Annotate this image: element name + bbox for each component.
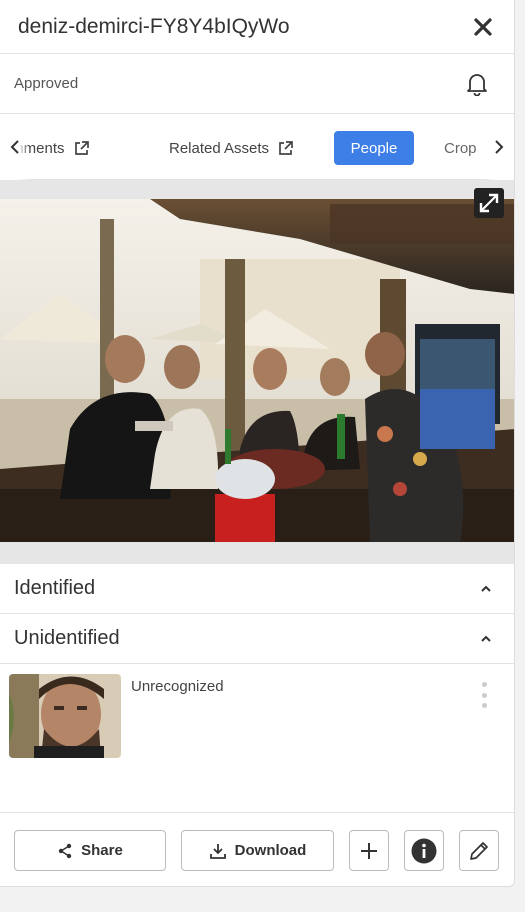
face-thumbnail[interactable] [9,674,121,758]
tab-label: People [350,139,398,157]
bell-icon [467,73,487,96]
asset-detail-panel: deniz-demirci-FY8Y4bIQyWo Approved Comme… [0,0,515,887]
face-list-item: Unrecognized [0,664,514,764]
external-link-icon [277,140,294,157]
tab-crop[interactable]: Crop [444,131,477,165]
unidentified-section-header[interactable]: Unidentified [0,614,514,664]
image-preview-area [0,180,514,564]
tab-related-assets[interactable]: Related Assets [169,131,294,165]
expand-icon [479,193,499,213]
chevron-up-icon [481,585,491,592]
tabs-scroll-left-button[interactable] [0,114,30,180]
tabs-track: Comments Related Assets People Crop [0,114,514,180]
asset-title: deniz-demirci-FY8Y4bIQyWo [18,14,290,38]
tabs-scroll-right-button[interactable] [484,114,514,180]
chevron-up-icon [481,635,491,642]
identified-section-header[interactable]: Identified [0,564,514,614]
section-title: Unidentified [14,627,120,649]
tab-label: Related Assets [169,139,270,157]
close-icon [474,17,492,36]
detail-tabs: Comments Related Assets People Crop [0,114,514,180]
share-button[interactable]: Share [14,830,166,871]
plus-icon [361,842,377,859]
notifications-button[interactable] [464,71,490,97]
share-label: Share [81,842,123,859]
chevron-right-icon [495,140,504,154]
approval-status: Approved [14,75,79,92]
asset-photo [0,199,514,542]
pencil-icon [470,841,488,860]
panel-header: deniz-demirci-FY8Y4bIQyWo [0,0,514,54]
close-button[interactable] [470,14,496,40]
share-icon [58,843,72,858]
more-options-dot [481,692,487,698]
add-button[interactable] [349,830,389,871]
edit-button[interactable] [459,830,499,871]
info-icon [411,838,437,863]
external-link-icon [73,140,90,157]
info-button[interactable] [404,830,444,871]
more-options-icon [481,682,487,687]
status-row: Approved [0,54,514,114]
more-options-dot [481,703,487,708]
download-icon [209,843,226,859]
chevron-left-icon [10,140,19,154]
face-recognition-status: Unrecognized [131,678,224,695]
face-more-options-button[interactable] [479,682,489,708]
expand-image-button[interactable] [474,188,504,218]
download-button[interactable]: Download [181,830,334,871]
tab-people[interactable]: People [334,131,414,165]
section-title: Identified [14,577,96,599]
tab-label: Crop [444,139,477,157]
download-label: Download [234,842,307,859]
action-footer: Share Download [0,812,514,886]
